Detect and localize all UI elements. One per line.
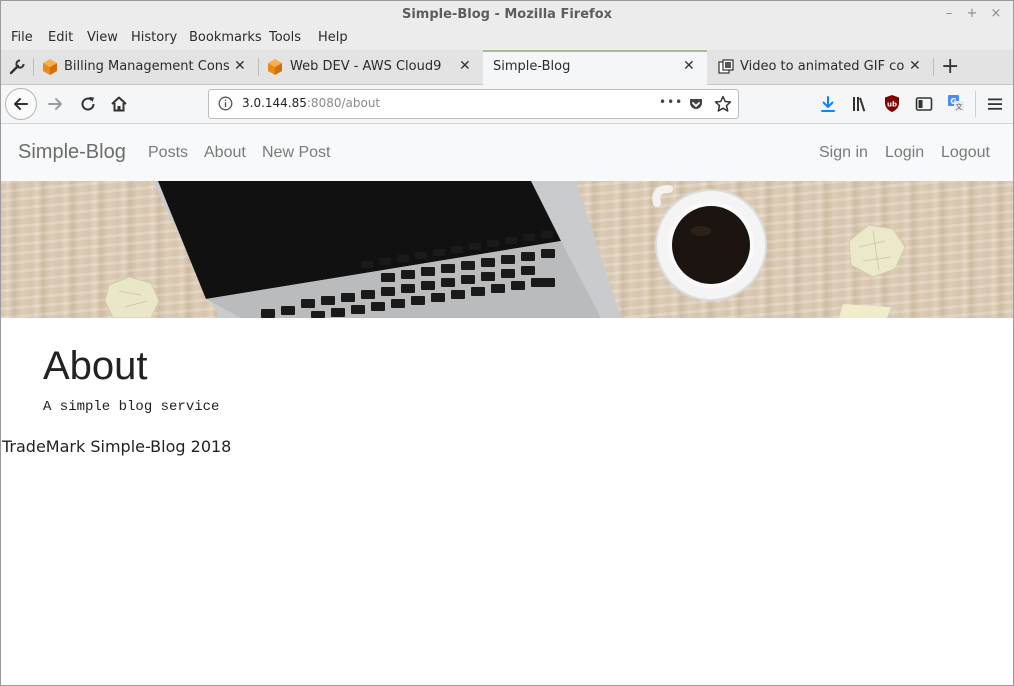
page-heading: About xyxy=(43,344,148,388)
menu-edit[interactable]: Edit xyxy=(48,30,73,45)
window-title: Simple-Blog - Mozilla Firefox xyxy=(401,7,613,22)
tab-label: Billing Management Console xyxy=(64,59,229,74)
nav-sign-in-link[interactable]: Sign in xyxy=(819,144,868,162)
ublock-origin-icon[interactable]: ub xyxy=(883,94,901,113)
new-tab-button[interactable]: + xyxy=(941,54,959,79)
navigation-toolbar: 3.0.144.85:8080/about ••• ub G 文 xyxy=(1,85,1013,124)
hero-image xyxy=(1,181,1013,318)
page-viewport: Simple-Blog Posts About New Post Sign in… xyxy=(1,124,1013,685)
minimize-button[interactable]: – xyxy=(942,6,956,21)
reload-icon[interactable] xyxy=(79,95,97,113)
nav-login-link[interactable]: Login xyxy=(885,144,924,162)
footer-trademark: TradeMark Simple-Blog 2018 xyxy=(2,437,232,456)
tab-close-icon[interactable]: ✕ xyxy=(234,58,246,74)
home-icon[interactable] xyxy=(110,95,128,113)
tab-label: Simple-Blog xyxy=(493,59,571,74)
tab-billing[interactable]: Billing Management Console ✕ xyxy=(34,50,256,84)
maximize-button[interactable]: + xyxy=(965,6,979,21)
tab-gif-converter[interactable]: Video to animated GIF conver ✕ xyxy=(709,50,933,84)
tab-simple-blog[interactable]: Simple-Blog ✕ xyxy=(483,50,707,85)
title-bar: Simple-Blog - Mozilla Firefox – + × xyxy=(1,1,1013,28)
library-icon[interactable] xyxy=(851,95,869,113)
page-actions-icon[interactable]: ••• xyxy=(659,95,683,109)
menu-bookmarks[interactable]: Bookmarks xyxy=(189,30,262,45)
converter-icon xyxy=(718,59,734,74)
wrench-icon[interactable] xyxy=(9,59,25,75)
back-arrow-icon xyxy=(14,98,28,110)
close-window-button[interactable]: × xyxy=(989,6,1003,21)
svg-text:文: 文 xyxy=(956,102,963,111)
url-path: :8080/about xyxy=(306,96,381,110)
nav-about-link[interactable]: About xyxy=(204,144,246,162)
nav-new-post-link[interactable]: New Post xyxy=(262,144,330,162)
browser-window: Simple-Blog - Mozilla Firefox – + × File… xyxy=(0,0,1014,686)
tab-label: Web DEV - AWS Cloud9 xyxy=(290,59,442,74)
tab-close-icon[interactable]: ✕ xyxy=(909,58,921,74)
hamburger-menu-icon[interactable] xyxy=(986,95,1004,113)
tab-label: Video to animated GIF conver xyxy=(740,59,904,74)
tab-close-icon[interactable]: ✕ xyxy=(683,58,695,74)
menu-history[interactable]: History xyxy=(131,30,177,45)
tab-close-icon[interactable]: ✕ xyxy=(459,58,471,74)
menu-view[interactable]: View xyxy=(87,30,118,45)
back-button[interactable] xyxy=(5,88,37,120)
url-host: 3.0.144.85 xyxy=(242,96,307,110)
translate-icon[interactable]: G 文 xyxy=(947,94,965,112)
pocket-icon[interactable] xyxy=(688,96,704,112)
nav-logout-link[interactable]: Logout xyxy=(941,144,990,162)
laptop-coffee-illustration xyxy=(104,181,906,318)
aws-cube-icon xyxy=(268,59,282,75)
tab-strip: Billing Management Console ✕ Web DEV - A… xyxy=(1,50,1013,85)
url-text: 3.0.144.85:8080/about xyxy=(242,96,380,110)
menu-tools[interactable]: Tools xyxy=(269,30,301,45)
address-bar[interactable]: 3.0.144.85:8080/about ••• xyxy=(208,89,739,119)
site-brand[interactable]: Simple-Blog xyxy=(18,141,126,164)
download-icon[interactable] xyxy=(819,95,837,113)
svg-text:ub: ub xyxy=(887,101,897,109)
page-description: A simple blog service xyxy=(43,399,220,415)
menu-bar: File Edit View History Bookmarks Tools H… xyxy=(1,28,1013,50)
sidebar-toggle-icon[interactable] xyxy=(915,95,933,113)
forward-arrow-icon[interactable] xyxy=(46,95,64,113)
site-info-icon[interactable] xyxy=(218,96,233,111)
menu-help[interactable]: Help xyxy=(318,30,348,45)
tab-cloud9[interactable]: Web DEV - AWS Cloud9 ✕ xyxy=(259,50,481,84)
site-navbar: Simple-Blog Posts About New Post Sign in… xyxy=(1,124,1013,181)
menu-file[interactable]: File xyxy=(11,30,33,45)
nav-posts-link[interactable]: Posts xyxy=(148,144,188,162)
bookmark-star-icon[interactable] xyxy=(714,95,732,113)
aws-cube-icon xyxy=(43,59,57,75)
